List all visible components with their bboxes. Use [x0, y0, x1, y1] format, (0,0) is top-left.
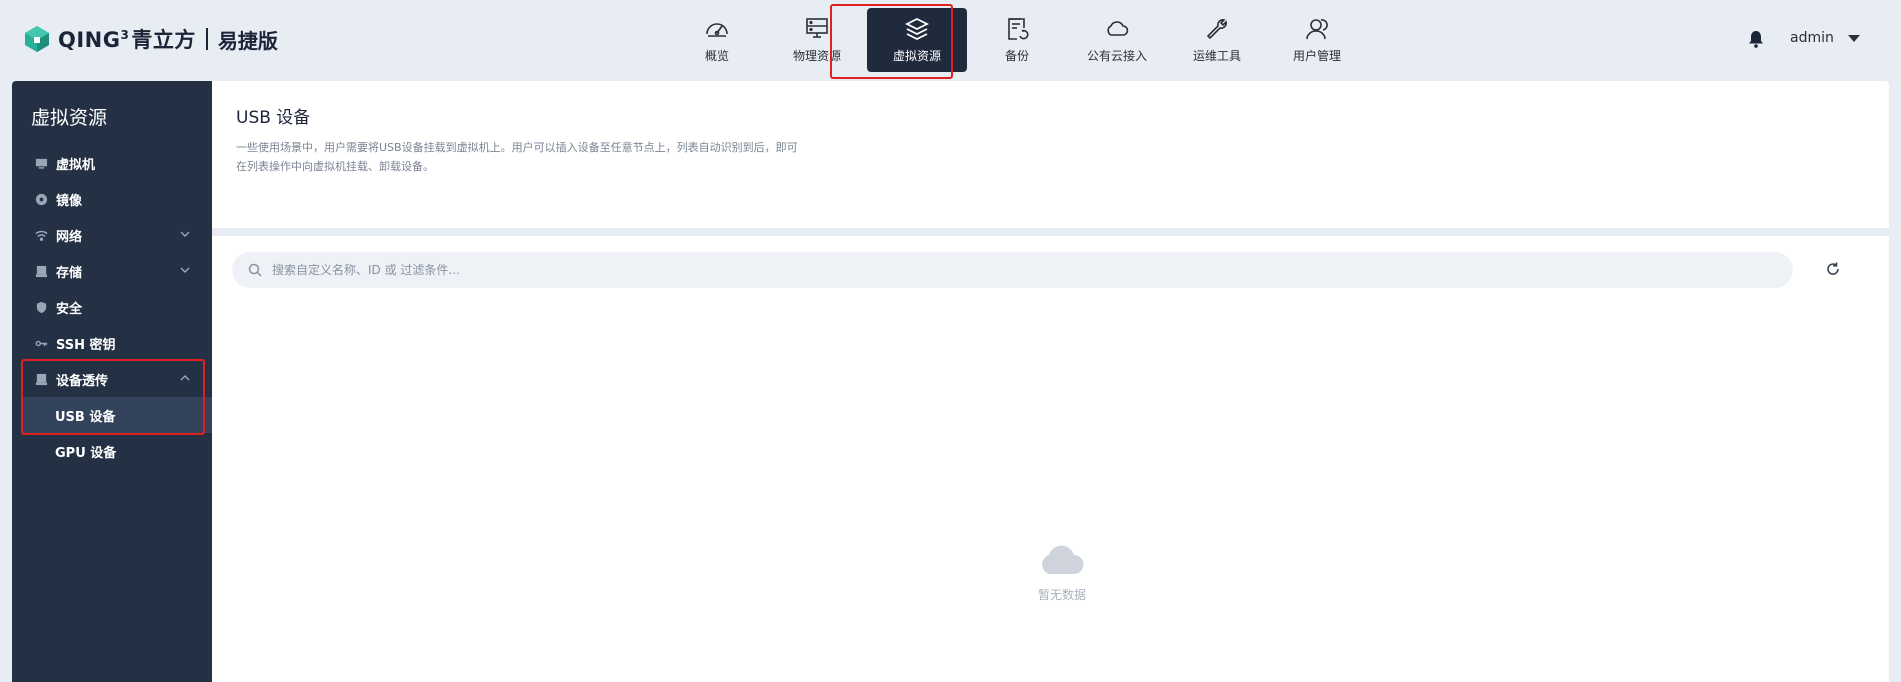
sidebar-item-ssh-keys[interactable]: SSH 密钥	[12, 325, 212, 361]
page-title: USB 设备	[236, 108, 311, 128]
sidebar-title: 虚拟资源	[31, 107, 108, 129]
qingcube-logo-icon	[25, 26, 49, 52]
nav-public-cloud[interactable]: 公有云接入	[1067, 8, 1167, 72]
refresh-icon[interactable]	[1824, 260, 1842, 278]
brand-divider	[205, 28, 208, 50]
empty-state: 暂无数据	[1022, 544, 1102, 603]
storage-icon	[34, 264, 48, 278]
chevron-down-icon	[180, 231, 190, 237]
brand-edition: 易捷版	[217, 28, 278, 53]
empty-state-text: 暂无数据	[1037, 588, 1086, 602]
search-input[interactable]	[272, 263, 1793, 277]
backup-icon	[1008, 18, 1029, 40]
username: admin	[1790, 30, 1834, 46]
sidebar-item-network[interactable]: 网络	[12, 217, 212, 253]
nav-label: 运维工具	[1192, 49, 1241, 63]
nav-ops-tools[interactable]: 运维工具	[1167, 8, 1267, 72]
brand-logo[interactable]: QING3青立方 易捷版	[22, 22, 278, 56]
sidebar-item-image[interactable]: 镜像	[12, 181, 212, 217]
users-icon	[1306, 19, 1328, 40]
sidebar-subitem-gpu-devices[interactable]: GPU 设备	[12, 433, 212, 469]
nav-overview[interactable]: 概览	[667, 8, 767, 72]
device-list-panel: 暂无数据	[212, 236, 1889, 682]
wrench-icon	[1206, 19, 1227, 40]
search-icon	[248, 263, 262, 277]
page-header-card: USB 设备 一些使用场景中，用户需要将USB设备挂载到虚拟机上。用户可以插入设…	[212, 81, 1889, 228]
gauge-icon	[706, 23, 728, 37]
bell-icon[interactable]	[1748, 30, 1764, 48]
cloud-empty-icon	[1042, 545, 1084, 574]
cloud-icon	[1107, 21, 1129, 36]
shield-icon	[34, 300, 48, 314]
annotation-box-1	[830, 4, 953, 79]
sidebar-item-vm[interactable]: 虚拟机	[12, 145, 212, 181]
annotation-box-2	[21, 359, 205, 435]
disc-icon	[34, 192, 48, 206]
sidebar-item-storage[interactable]: 存储	[12, 253, 212, 289]
top-navigation: 概览 物理资源 虚拟资源 备份 公有云接入 运维工具 用户管理	[667, 8, 1367, 72]
nav-label: 公有云接入	[1086, 49, 1147, 63]
monitor-icon	[34, 156, 48, 170]
page-description: 一些使用场景中，用户需要将USB设备挂载到虚拟机上。用户可以插入设备至任意节点上…	[236, 141, 798, 173]
sidebar-item-label: 虚拟机	[56, 157, 96, 173]
nav-label: 备份	[1004, 49, 1029, 63]
nav-label: 概览	[704, 49, 729, 63]
sidebar-item-label: 网络	[56, 229, 83, 245]
server-icon	[806, 18, 828, 38]
sidebar-item-label: 镜像	[56, 193, 83, 209]
nav-label: 用户管理	[1292, 49, 1341, 63]
sidebar-item-label: SSH 密钥	[56, 337, 116, 353]
key-icon	[34, 336, 48, 350]
search-bar	[232, 252, 1793, 288]
caret-down-icon	[1847, 34, 1860, 42]
sidebar-item-label: GPU 设备	[55, 445, 117, 461]
sidebar-item-label: 存储	[56, 265, 83, 281]
nav-backup[interactable]: 备份	[967, 8, 1067, 72]
brand-name: QING3青立方	[58, 28, 196, 52]
sidebar-item-label: 安全	[56, 301, 83, 317]
user-menu[interactable]: admin	[1790, 30, 1860, 46]
chevron-down-icon	[180, 267, 190, 273]
nav-user-management[interactable]: 用户管理	[1267, 8, 1367, 72]
wifi-icon	[34, 228, 48, 242]
sidebar-item-security[interactable]: 安全	[12, 289, 212, 325]
